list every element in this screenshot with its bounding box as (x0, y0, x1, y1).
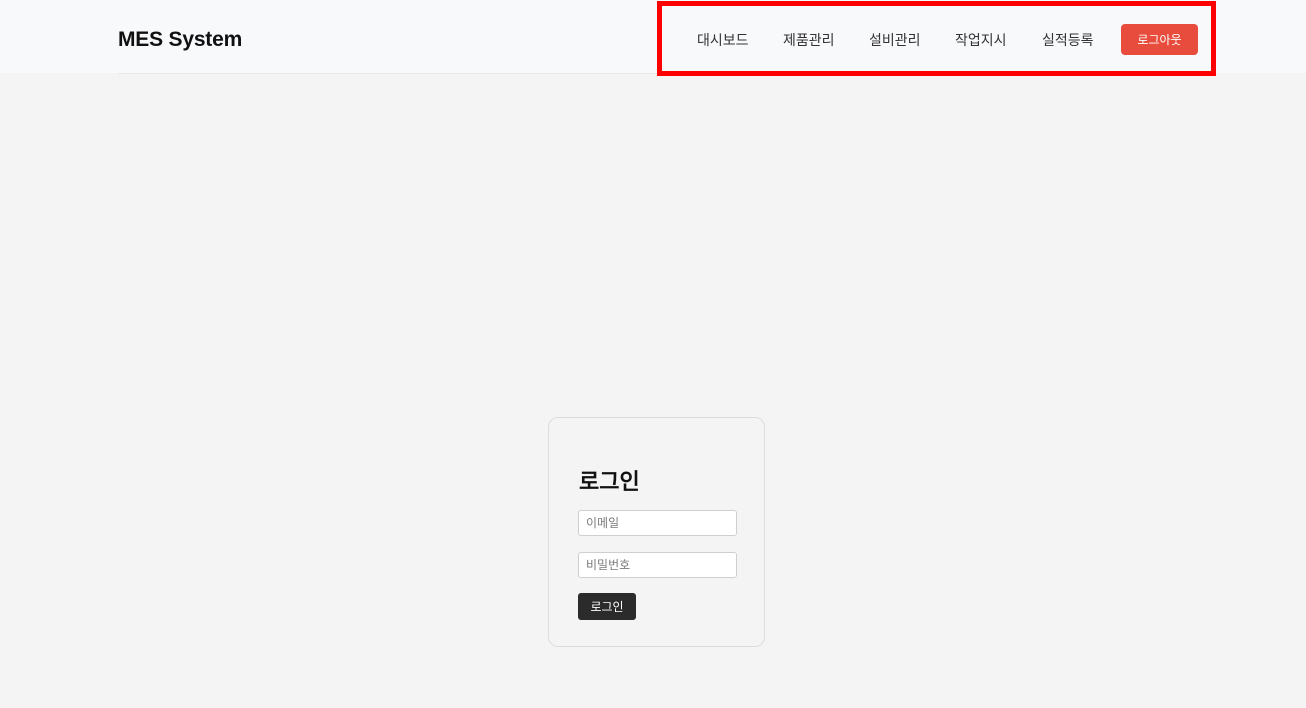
password-field[interactable] (578, 552, 737, 578)
brand-logo[interactable]: MES System (118, 28, 242, 52)
login-card: 로그인 로그인 (548, 417, 765, 647)
nav-highlight-box (657, 1, 1216, 76)
login-button[interactable]: 로그인 (578, 593, 636, 620)
email-field[interactable] (578, 510, 737, 536)
login-title: 로그인 (579, 470, 640, 495)
